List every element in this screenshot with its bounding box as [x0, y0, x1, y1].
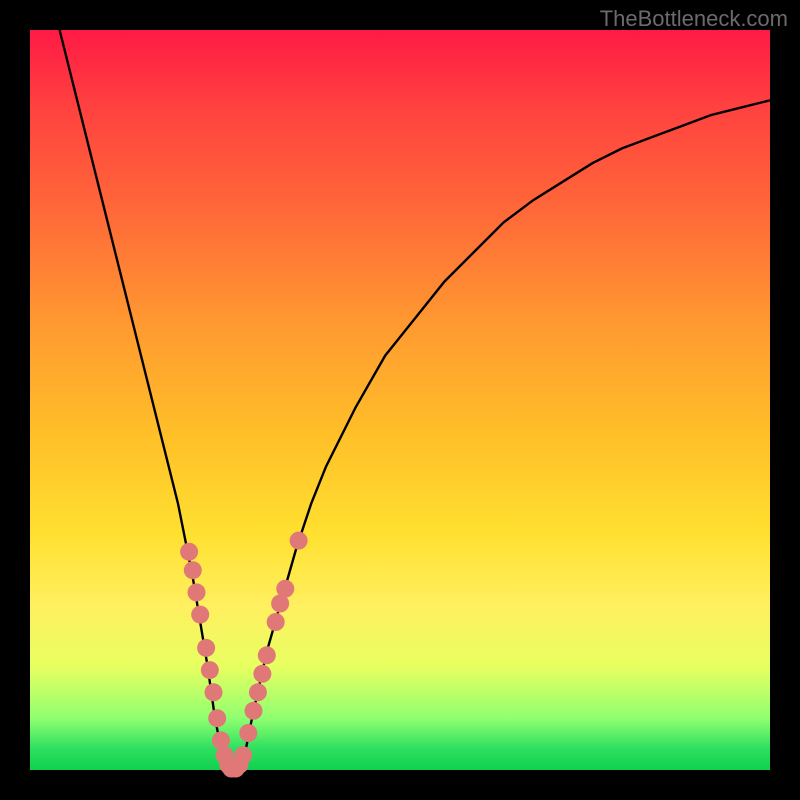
- data-point: [234, 746, 252, 764]
- data-point: [290, 532, 308, 550]
- plot-area: [30, 30, 770, 770]
- data-point: [191, 606, 209, 624]
- data-point: [180, 543, 198, 561]
- data-point: [258, 646, 276, 664]
- data-point: [184, 561, 202, 579]
- chart-frame: TheBottleneck.com: [0, 0, 800, 800]
- data-point: [244, 702, 262, 720]
- data-point: [197, 639, 215, 657]
- data-point: [267, 613, 285, 631]
- dot-cluster: [180, 532, 308, 778]
- data-point: [253, 665, 271, 683]
- data-point: [208, 709, 226, 727]
- data-point: [249, 683, 267, 701]
- data-point: [239, 724, 257, 742]
- data-point: [201, 661, 219, 679]
- plot-svg: [30, 30, 770, 770]
- data-point: [276, 580, 294, 598]
- bottleneck-curve: [60, 30, 770, 770]
- watermark-text: TheBottleneck.com: [600, 6, 788, 32]
- data-point: [205, 683, 223, 701]
- data-point: [188, 583, 206, 601]
